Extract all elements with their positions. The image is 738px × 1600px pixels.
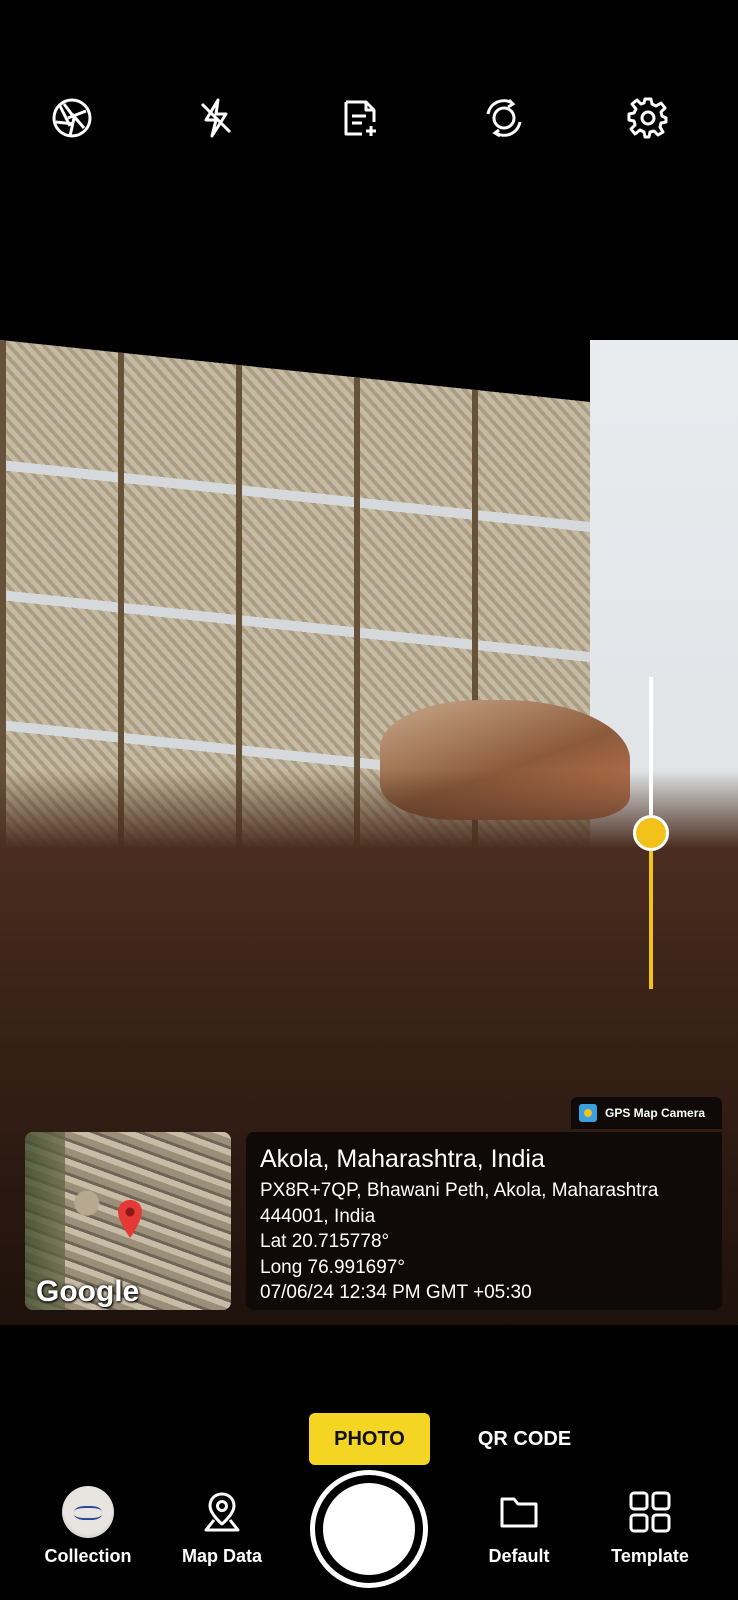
latitude-text: Lat 20.715778° [260,1231,390,1252]
map-pin-icon [118,1200,142,1238]
collection-button[interactable]: Collection [28,1486,148,1567]
grid-icon [624,1486,676,1538]
map-data-label: Map Data [181,1546,262,1566]
default-folder-button[interactable]: Default [459,1486,579,1567]
address-line-1: PX8R+7QP, Bhawani Peth, Akola, Maharasht… [260,1180,659,1201]
flash-off-icon[interactable] [190,92,242,144]
switch-camera-icon[interactable] [478,92,530,144]
map-pin-outline-icon [196,1486,248,1538]
map-data-button[interactable]: Map Data [162,1486,282,1567]
google-attribution: Google [36,1275,140,1308]
location-info-card: Akola, Maharashtra, India PX8R+7QP, Bhaw… [246,1132,722,1310]
address-line-2: 444001, India [260,1205,376,1227]
settings-icon[interactable] [622,92,674,144]
shutter-button[interactable] [310,1470,428,1588]
datetime-text: 07/06/24 12:34 PM GMT +05:30 [260,1282,532,1303]
shutter-inner [323,1483,415,1575]
gps-map-camera-badge: GPS Map Camera [571,1097,722,1129]
mode-photo-tab[interactable]: PHOTO [309,1413,430,1465]
mode-qr-code-tab[interactable]: QR CODE [462,1413,587,1465]
collection-thumbnail [62,1486,114,1538]
collection-label: Collection [44,1546,132,1566]
zoom-slider-handle[interactable] [633,815,669,851]
app-logo-icon [579,1104,597,1122]
template-label: Template [611,1546,689,1566]
add-note-icon[interactable] [334,92,386,144]
top-toolbar [0,0,738,340]
aperture-icon[interactable] [46,92,98,144]
folder-icon [493,1486,545,1538]
brand-label: GPS Map Camera [605,1106,706,1120]
template-button[interactable]: Template [590,1486,710,1567]
longitude-text: Long 76.991697° [260,1256,405,1278]
zoom-slider-fill [649,832,653,989]
location-title: Akola, Maharashtra, India [260,1145,545,1173]
default-label: Default [488,1546,550,1566]
